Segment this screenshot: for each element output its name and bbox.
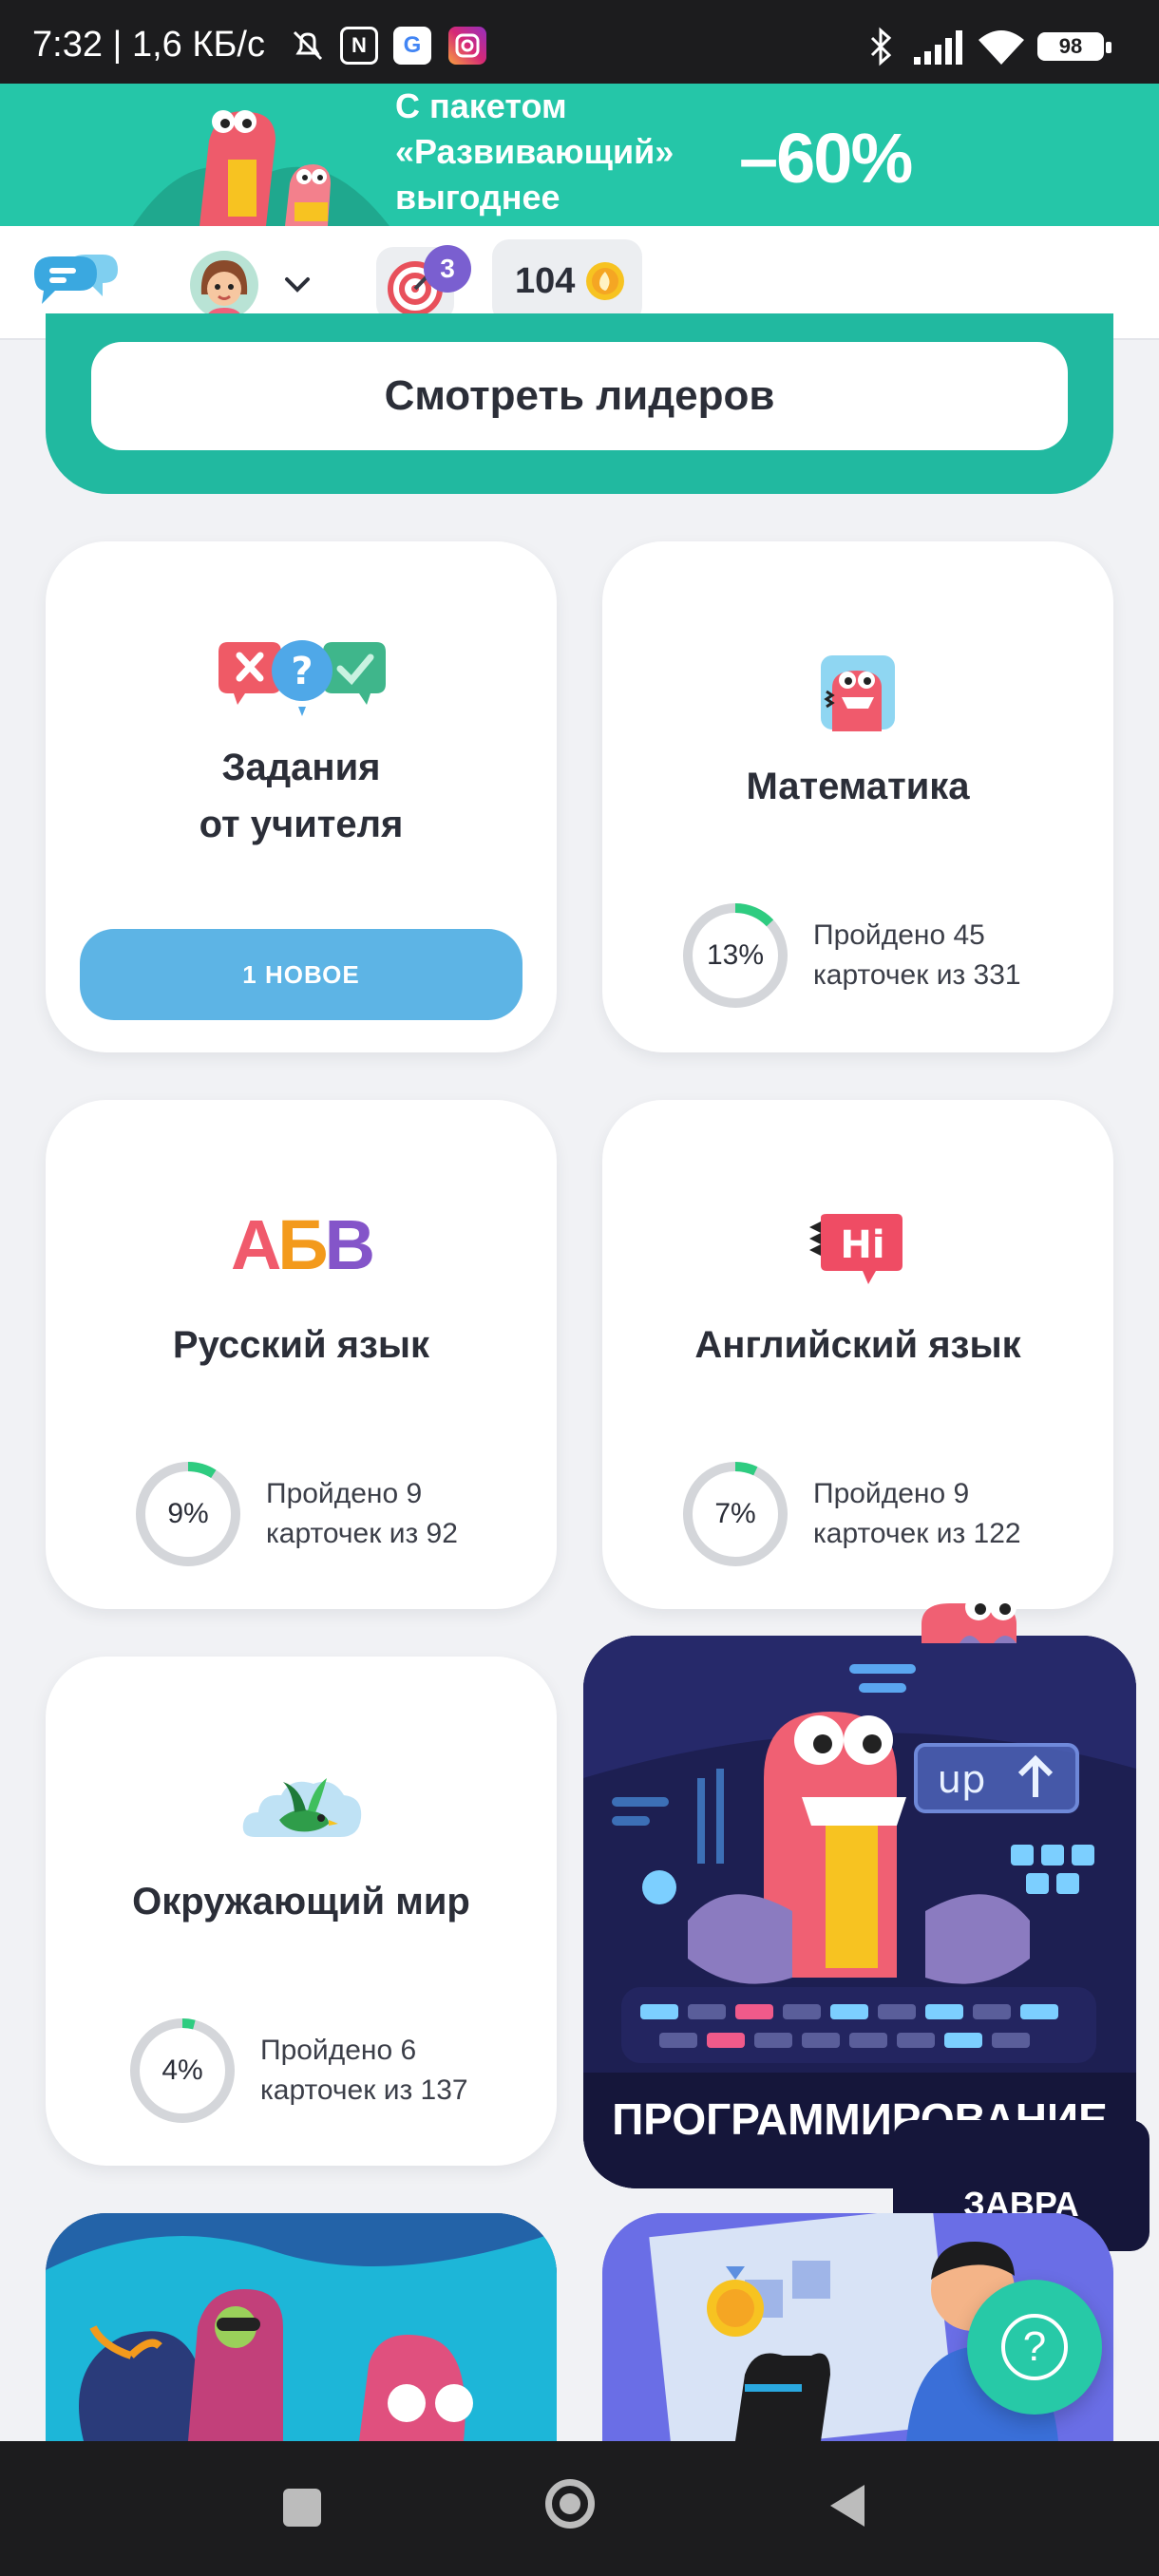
coins-chip[interactable]: 104: [492, 239, 642, 323]
promo-line-1: С пакетом: [395, 86, 567, 125]
english-percent: 7%: [714, 1498, 756, 1529]
english-hi-icon: Hi: [809, 1214, 902, 1284]
dino-family-illustration: [133, 110, 390, 226]
promo-line-2: «Развивающий»: [395, 132, 674, 171]
world-progress-line-1: Пройдено 6: [260, 2035, 417, 2066]
teacher-tasks-icon: ?: [218, 640, 386, 716]
back-icon[interactable]: [826, 2481, 868, 2535]
chat-icon[interactable]: [30, 245, 122, 324]
bluetooth-icon: [866, 27, 895, 71]
svg-text:up: up: [938, 1758, 986, 1802]
help-icon: ?: [1001, 2314, 1068, 2380]
math-progress-ring: 13%: [682, 902, 788, 1009]
google-icon: G: [393, 27, 431, 65]
status-bar: 7:32 | 1,6 КБ/с N G 98: [0, 0, 1159, 84]
math-progress: 13% Пройдено 45 карточек из 331: [682, 902, 1021, 1009]
nfc-icon: N: [340, 27, 378, 65]
coin-icon: [586, 262, 625, 300]
card-russian[interactable]: АБВ Русский язык 9% Пройдено 9 карточек …: [46, 1100, 557, 1609]
russian-progress: 9% Пройдено 9 карточек из 92: [135, 1461, 458, 1567]
signal-icon: [912, 28, 965, 71]
math-progress-line-2: карточек из 331: [813, 959, 1021, 991]
russian-progress-ring: 9%: [135, 1461, 241, 1567]
russian-progress-line-1: Пройдено 9: [266, 1478, 423, 1509]
help-button[interactable]: ?: [967, 2280, 1102, 2415]
home-icon[interactable]: [545, 2479, 595, 2529]
wifi-icon: [977, 28, 1026, 71]
world-percent: 4%: [162, 2055, 203, 2086]
card-bottom-left[interactable]: [46, 2213, 557, 2441]
view-leaders-button[interactable]: Смотреть лидеров: [91, 342, 1068, 450]
target-count-badge: 3: [424, 245, 471, 293]
world-progress-text: Пройдено 6 карточек из 137: [260, 2031, 468, 2111]
english-progress-line-1: Пройдено 9: [813, 1478, 970, 1509]
mute-bell-icon: [289, 27, 327, 65]
world-progress: 4% Пройдено 6 карточек из 137: [129, 2017, 468, 2124]
russian-progress-text: Пройдено 9 карточек из 92: [266, 1474, 458, 1554]
android-nav-bar: [0, 2441, 1159, 2576]
peeking-dino-icon: [922, 1594, 1016, 1643]
english-progress-text: Пройдено 9 карточек из 122: [813, 1474, 1021, 1554]
card-english[interactable]: Hi Английский язык 7% Пройдено 9 карточе…: [602, 1100, 1113, 1609]
math-title: Математика: [746, 766, 970, 807]
chevron-down-icon[interactable]: [283, 275, 312, 299]
svg-text:?: ?: [291, 650, 313, 693]
math-progress-text: Пройдено 45 карточек из 331: [813, 916, 1021, 995]
status-time: 7:32 | 1,6 КБ/с: [32, 25, 265, 65]
card-programming[interactable]: up ПРОГРАММИРОВАНИЕ: [583, 1636, 1136, 2188]
battery-indicator: 98: [1037, 32, 1112, 61]
math-progress-line-1: Пройдено 45: [813, 919, 985, 951]
promo-banner[interactable]: С пакетом «Развивающий» выгоднее –60%: [0, 84, 1159, 226]
coins-count: 104: [515, 260, 576, 301]
world-title: Окружающий мир: [132, 1881, 470, 1923]
new-tasks-button[interactable]: 1 НОВОЕ: [80, 929, 522, 1020]
math-percent: 13%: [706, 939, 765, 971]
recents-icon[interactable]: [283, 2489, 321, 2527]
card-math[interactable]: Математика 13% Пройдено 45 карточек из 3…: [602, 541, 1113, 1052]
promo-discount: –60%: [739, 119, 913, 198]
svg-text:Hi: Hi: [840, 1223, 884, 1267]
russian-percent: 9%: [167, 1498, 209, 1529]
english-title: Английский язык: [694, 1324, 1021, 1366]
teacher-tasks-title-line-2: от учителя: [199, 804, 404, 845]
english-progress-line-2: карточек из 122: [813, 1518, 1021, 1549]
russian-progress-line-2: карточек из 92: [266, 1518, 458, 1549]
adventure-illustration: [46, 2213, 557, 2441]
english-progress-ring: 7%: [682, 1461, 788, 1567]
math-dino-icon: [821, 655, 895, 731]
world-progress-ring: 4%: [129, 2017, 236, 2124]
english-progress: 7% Пройдено 9 карточек из 122: [682, 1461, 1021, 1567]
promo-text: С пакетом «Развивающий» выгоднее: [395, 84, 674, 220]
world-bird-cloud-icon: [242, 1778, 362, 1837]
russian-abc-icon: АБВ: [230, 1205, 375, 1284]
teacher-tasks-title-line-1: Задания: [221, 747, 381, 788]
promo-line-3: выгоднее: [395, 178, 560, 217]
world-progress-line-2: карточек из 137: [260, 2074, 468, 2106]
russian-title: Русский язык: [172, 1324, 430, 1366]
instagram-icon: [448, 27, 486, 65]
card-world[interactable]: Окружающий мир 4% Пройдено 6 карточек из…: [46, 1657, 557, 2166]
